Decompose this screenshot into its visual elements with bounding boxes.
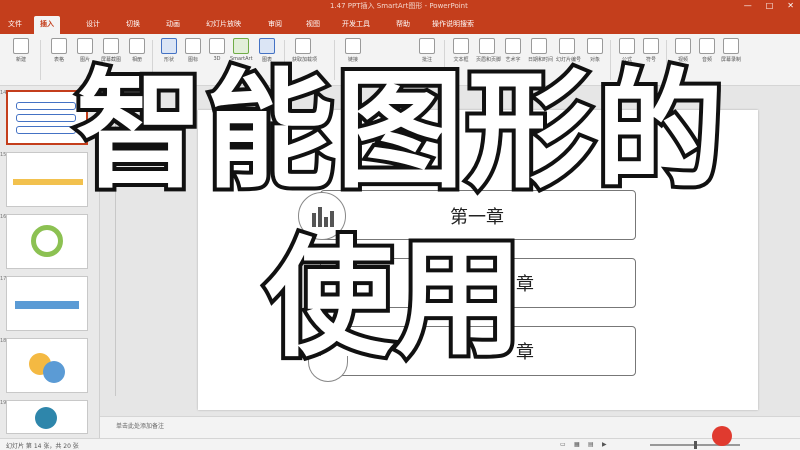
ribbon-table[interactable]: 表格 — [48, 38, 70, 63]
tab-view[interactable]: 视图 — [300, 16, 326, 34]
minimize-icon[interactable]: — — [744, 0, 752, 12]
equation-icon — [619, 38, 635, 54]
new-slide-icon — [13, 38, 29, 54]
slideshow-view-icon[interactable]: ▶ — [602, 441, 607, 448]
video-title-line1: 智能图形的 — [72, 57, 728, 206]
video-icon — [675, 38, 691, 54]
tab-file[interactable]: 文件 — [2, 16, 28, 34]
thumbnail-shape — [31, 225, 63, 257]
slide-thumbnail[interactable] — [6, 338, 88, 393]
thumbnail-shape — [16, 114, 76, 122]
normal-view-icon[interactable]: ▭ — [560, 441, 566, 448]
tab-help[interactable]: 帮助 — [390, 16, 416, 34]
zoom-slider-knob[interactable] — [694, 441, 697, 449]
window-controls: — □ ✕ — [744, 0, 794, 12]
icons-icon — [185, 38, 201, 54]
tab-design[interactable]: 设计 — [80, 16, 106, 34]
screenshot-icon — [103, 38, 119, 54]
window-title: 1.47 PPT插入 SmartArt图形 - PowerPoint — [330, 2, 468, 10]
thumbnail-shape — [43, 361, 65, 383]
table-icon — [51, 38, 67, 54]
screen-record-icon — [723, 38, 739, 54]
ribbon-new-slide[interactable]: 新建 — [10, 38, 32, 63]
tab-insert[interactable]: 插入 — [34, 16, 60, 34]
album-icon — [129, 38, 145, 54]
shapes-icon — [161, 38, 177, 54]
addins-icon — [295, 38, 311, 54]
tab-slideshow[interactable]: 幻灯片放映 — [200, 16, 247, 34]
ribbon-divider — [40, 40, 41, 80]
thumbnail-shape — [15, 301, 79, 309]
app-logo-icon — [712, 426, 732, 446]
textbox-icon — [453, 38, 469, 54]
datetime-icon — [531, 38, 547, 54]
tab-transitions[interactable]: 切换 — [120, 16, 146, 34]
slide-thumbnail[interactable] — [6, 400, 88, 434]
symbol-icon — [643, 38, 659, 54]
header-footer-icon — [479, 38, 495, 54]
slide-thumbnail[interactable] — [6, 276, 88, 331]
status-bar: 幻灯片 第 14 张，共 20 张 ▭ ▦ ▤ ▶ — [0, 438, 800, 450]
3d-model-icon — [209, 38, 225, 54]
notes-placeholder: 单击此处添加备注 — [116, 423, 165, 430]
ribbon-tab-bar: 文件 插入 设计 切换 动画 幻灯片放映 审阅 视图 开发工具 帮助 操作说明搜… — [0, 12, 800, 34]
audio-icon — [699, 38, 715, 54]
slide-counter: 幻灯片 第 14 张，共 20 张 — [6, 443, 79, 450]
comment-icon — [419, 38, 435, 54]
tab-animations[interactable]: 动画 — [160, 16, 186, 34]
notes-pane[interactable]: 单击此处添加备注 — [100, 416, 800, 438]
tab-review[interactable]: 审阅 — [262, 16, 288, 34]
title-bar: 1.47 PPT插入 SmartArt图形 - PowerPoint — □ ✕ — [0, 0, 800, 12]
video-title-line2: 使用 — [261, 225, 527, 374]
thumbnail-shape — [16, 102, 76, 110]
tab-developer[interactable]: 开发工具 — [336, 16, 376, 34]
slide-number-icon — [559, 38, 575, 54]
wordart-icon — [505, 38, 521, 54]
chart-icon — [259, 38, 275, 54]
picture-icon — [77, 38, 93, 54]
reading-view-icon[interactable]: ▤ — [588, 441, 594, 448]
maximize-icon[interactable]: □ — [766, 0, 774, 12]
link-icon — [345, 38, 361, 54]
smartart-icon — [233, 38, 249, 54]
close-icon[interactable]: ✕ — [787, 0, 794, 12]
thumbnail-shape — [13, 179, 83, 185]
thumbnail-shape — [35, 407, 57, 429]
sorter-view-icon[interactable]: ▦ — [574, 441, 580, 448]
slide-thumbnail[interactable] — [6, 214, 88, 269]
tell-me-search[interactable]: 操作说明搜索 — [426, 16, 480, 34]
object-icon — [587, 38, 603, 54]
thumbnail-shape — [16, 126, 76, 134]
